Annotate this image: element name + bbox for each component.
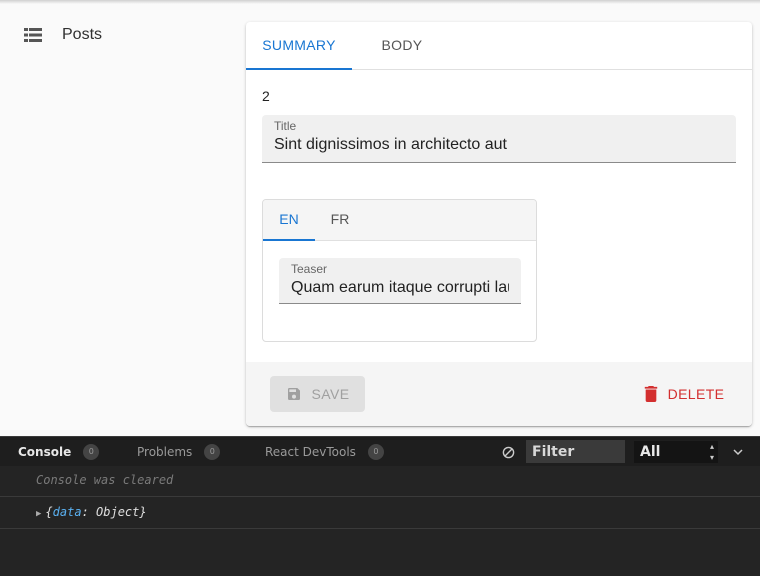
form-toolbar: SAVE DELETE [246,362,752,426]
devtools-tab-react-devtools[interactable]: React DevTools 0 [265,437,384,467]
save-button-label: SAVE [311,386,350,402]
title-field[interactable]: Title Sint dignissimos in architecto aut [262,115,736,163]
log-close-brace: } [139,505,147,519]
sidebar-item-label: Posts [62,26,103,43]
delete-button[interactable]: DELETE [638,376,730,412]
teaser-field[interactable]: Teaser Quam earum itaque corrupti laudan… [279,258,521,304]
chevron-down-icon[interactable] [732,446,744,458]
language-tabs: EN FR [263,200,536,241]
edit-form-card: SUMMARY BODY 2 Title Sint dignissimos in… [246,22,752,426]
admin-app: Posts SUMMARY BODY 2 Title Sint dignissi… [0,0,760,436]
devtools-panel: Console 0 Problems 0 React DevTools 0 Al… [0,436,760,576]
delete-button-label: DELETE [667,386,725,402]
clear-console-icon[interactable] [502,446,515,459]
console-log-entry[interactable]: ▶ {data: Object} [0,498,760,529]
record-id: 2 [262,88,270,104]
save-button[interactable]: SAVE [270,376,365,412]
log-key: data [52,505,82,519]
count-badge: 0 [83,444,100,460]
tab-lang-fr[interactable]: FR [315,200,365,241]
log-value: Object [96,505,140,519]
log-level-value: All [640,444,661,460]
teaser-field-label: Teaser [291,262,328,276]
devtools-tab-label: React DevTools [265,445,356,459]
count-badge: 0 [367,444,384,460]
title-field-value[interactable]: Sint dignissimos in architecto aut [274,136,724,154]
sidebar-item-posts[interactable]: Posts [24,22,102,48]
log-level-select[interactable]: All ▴ ▾ [634,441,718,463]
tab-lang-en[interactable]: EN [263,200,315,241]
select-arrows-icon: ▴ ▾ [709,442,714,462]
translatable-fields: EN FR Teaser Quam earum itaque corrupti … [262,199,537,342]
trash-icon [644,386,657,402]
title-field-label: Title [274,119,297,133]
devtools-tab-label: Console [18,445,72,459]
console-filter-input[interactable] [526,440,625,463]
devtools-tab-problems[interactable]: Problems 0 [137,437,221,467]
sidebar: Posts [6,4,236,436]
log-separator: : [81,505,97,519]
teaser-field-value[interactable]: Quam earum itaque corrupti laudantium [291,279,509,297]
devtools-tabbar: Console 0 Problems 0 React DevTools 0 Al… [0,436,760,466]
count-badge: 0 [204,444,221,460]
expand-triangle-icon[interactable]: ▶ [36,509,41,519]
list-icon [24,28,42,42]
devtools-tab-console[interactable]: Console 0 [18,437,100,467]
devtools-tab-label: Problems [137,445,193,459]
floppy-disk-icon [287,388,300,400]
form-tabs: SUMMARY BODY [246,22,752,70]
console-cleared-message: Console was cleared [0,466,760,497]
tab-summary[interactable]: SUMMARY [246,22,352,70]
log-open-brace: { [45,505,53,519]
tab-body[interactable]: BODY [352,22,452,70]
